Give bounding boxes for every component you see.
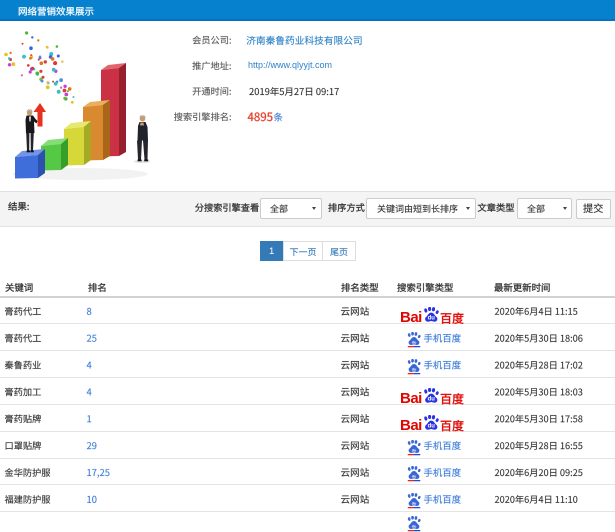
svg-text:du: du <box>427 423 435 429</box>
svg-text:du: du <box>427 316 435 322</box>
svg-text:du: du <box>411 475 416 479</box>
svg-text:du: du <box>411 341 416 345</box>
svg-text:du: du <box>427 397 435 403</box>
svg-text:du: du <box>411 448 416 452</box>
svg-text:du: du <box>411 502 416 506</box>
svg-text:du: du <box>411 368 416 372</box>
svg-text:du: du <box>411 525 416 529</box>
